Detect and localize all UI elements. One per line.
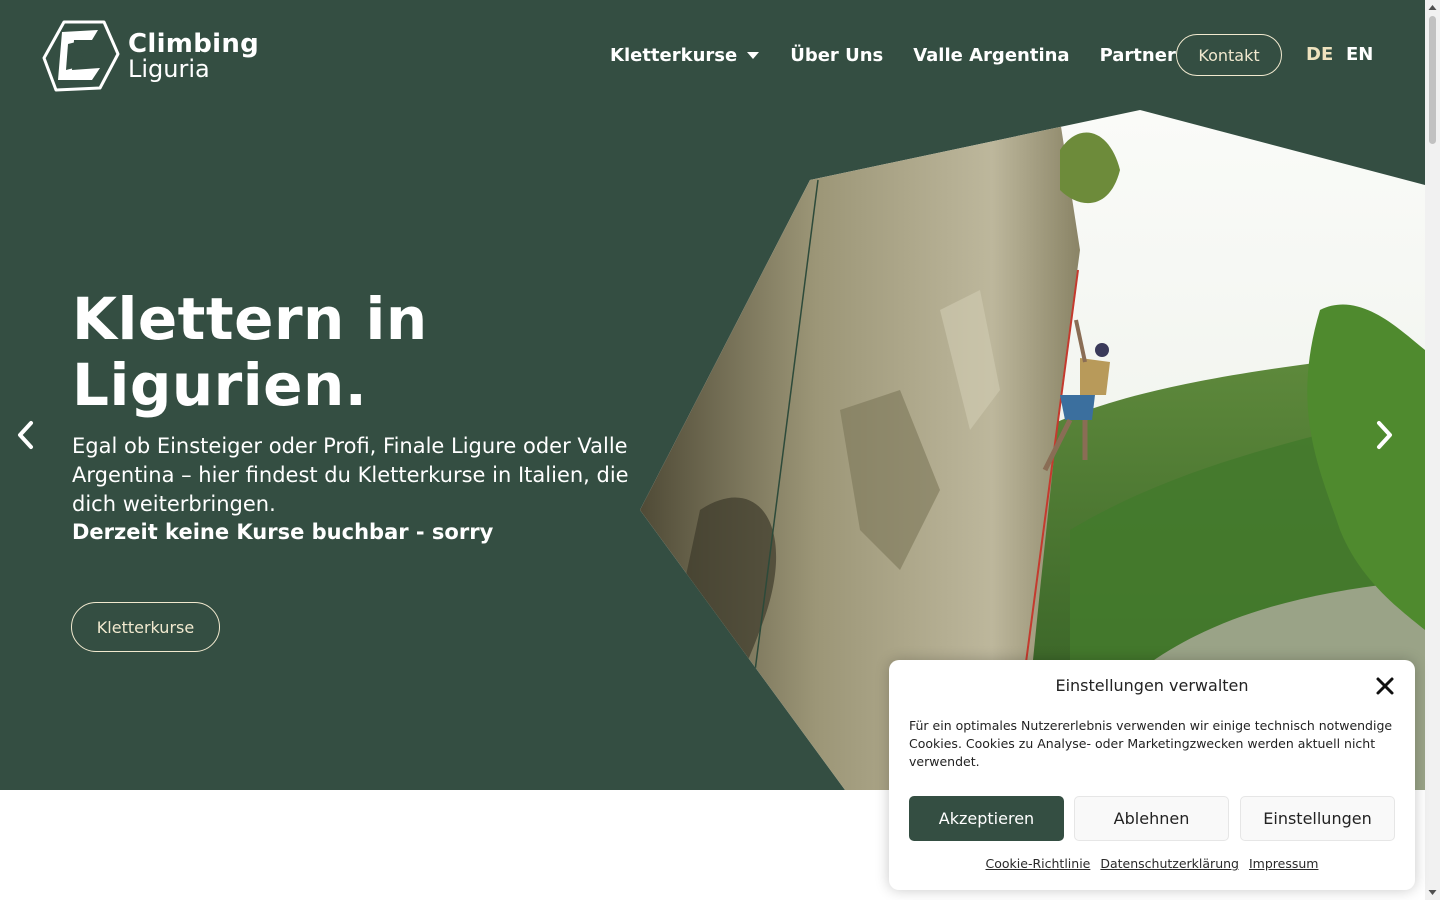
nav-item-valle-argentina[interactable]: Valle Argentina bbox=[913, 45, 1069, 66]
hero-subtext: Egal ob Einsteiger oder Profi, Finale Li… bbox=[72, 434, 629, 516]
nav-item-ueber-uns[interactable]: Über Uns bbox=[790, 45, 883, 66]
hero-headline: Klettern in Ligurien. bbox=[72, 286, 632, 418]
kletterkurse-button[interactable]: Kletterkurse bbox=[71, 602, 220, 652]
nav-item-partner[interactable]: Partner bbox=[1100, 45, 1176, 66]
logo-wordmark: Climbing Liguria bbox=[128, 31, 259, 82]
scroll-up-arrow-icon[interactable] bbox=[1425, 0, 1440, 15]
climbing-liguria-logo-icon bbox=[42, 20, 120, 92]
logo-line-1: Climbing bbox=[128, 28, 260, 59]
language-en[interactable]: EN bbox=[1346, 44, 1373, 65]
cookie-consent-panel: Einstellungen verwalten Für ein optimale… bbox=[889, 660, 1415, 890]
language-de[interactable]: DE bbox=[1306, 44, 1333, 65]
privacy-policy-link[interactable]: Datenschutzerklärung bbox=[1100, 856, 1239, 871]
headline-line-2: Ligurien. bbox=[72, 351, 368, 419]
nav-item-kletterkurse[interactable]: Kletterkurse bbox=[610, 44, 760, 66]
settings-button[interactable]: Einstellungen bbox=[1240, 796, 1395, 841]
chevron-left-icon[interactable] bbox=[14, 418, 38, 452]
cookie-policy-link[interactable]: Cookie-Richtlinie bbox=[986, 856, 1091, 871]
imprint-link[interactable]: Impressum bbox=[1249, 856, 1318, 871]
page-scrollbar[interactable] bbox=[1425, 0, 1440, 900]
scroll-thumb[interactable] bbox=[1429, 16, 1436, 144]
caret-down-icon bbox=[747, 51, 760, 59]
cookie-title: Einstellungen verwalten bbox=[1055, 676, 1249, 695]
close-icon[interactable] bbox=[1375, 676, 1395, 696]
cookie-description: Für ein optimales Nutzererlebnis verwend… bbox=[909, 718, 1393, 769]
decline-button[interactable]: Ablehnen bbox=[1074, 796, 1229, 841]
accept-button[interactable]: Akzeptieren bbox=[909, 796, 1064, 841]
chevron-right-icon[interactable] bbox=[1372, 418, 1396, 452]
cookie-links: Cookie-Richtlinie Datenschutzerklärung I… bbox=[889, 856, 1415, 871]
headline-line-1: Klettern in bbox=[72, 285, 428, 353]
main-nav: Kletterkurse Über Uns Valle Argentina Pa… bbox=[610, 42, 1176, 68]
contact-button[interactable]: Kontakt bbox=[1176, 34, 1282, 76]
hero-notice: Derzeit keine Kurse buchbar - sorry bbox=[72, 520, 494, 544]
nav-item-label: Kletterkurse bbox=[610, 44, 738, 66]
scroll-down-arrow-icon[interactable] bbox=[1425, 885, 1440, 900]
site-logo[interactable]: Climbing Liguria bbox=[42, 18, 259, 94]
logo-line-2: Liguria bbox=[128, 54, 210, 83]
